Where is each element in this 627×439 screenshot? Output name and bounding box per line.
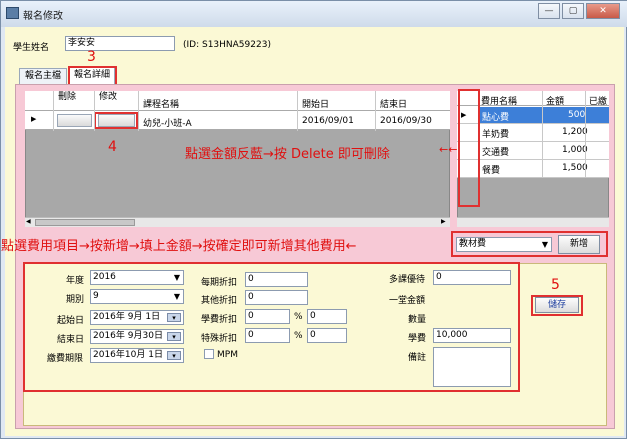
add-fee-button[interactable]: 新增 [558,235,600,254]
form-client-area: 學生姓名 李安安 (ID: S13HNA59223) 報名主檔 報名詳細 3 刪… [1,27,624,436]
fee-name-cell[interactable]: 點心費 [482,110,509,123]
maximize-button[interactable]: ▢ [562,3,584,19]
fee-amount-cell[interactable]: 1,200 [562,127,588,137]
chevron-down-icon: ▼ [541,240,548,249]
fee-form-panel [23,263,607,426]
calendar-icon[interactable]: ▾ [167,332,181,341]
fee-amount-cell[interactable]: 1,000 [562,145,588,155]
fee-grid-scrollbar[interactable] [457,217,609,227]
percent-sign: % [294,312,303,322]
fee-hint-arrow: ←← [439,143,458,156]
course-name-cell[interactable]: 幼兒-小班-A [143,116,192,129]
chevron-down-icon: ▼ [173,273,180,282]
fee-item-select-value: 教材費 [459,239,487,249]
calendar-icon[interactable]: ▾ [167,313,181,322]
scroll-left-icon[interactable]: ◀ [26,218,31,225]
fee-name-cell[interactable]: 羊奶費 [482,127,509,140]
student-name-input[interactable]: 李安安 [65,36,175,51]
col-course-header: 課程名稱 [143,100,180,110]
fee-item-select[interactable]: 教材費 ▼ [456,237,552,252]
tuition-input[interactable]: 10,000 [433,328,511,343]
note-label: 備註 [408,353,427,363]
add-fee-hint: 點選費用項目→按新增→填上金額→按確定即可新增其他費用← [1,239,357,254]
col-edit-header: 修改 [99,92,118,102]
fee-row-pointer-icon: ▶ [461,111,467,119]
period-label: 期別 [66,295,85,305]
app-icon [6,7,19,19]
col-delete-header: 刪除 [58,92,77,102]
due-date-value: 2016年10月 1日 [93,350,163,360]
start-date-value: 2016年 9月 1日 [93,312,161,322]
tab-main[interactable]: 報名主檔 [19,68,67,84]
delete-row-button[interactable] [57,114,92,127]
end-date-picker[interactable]: 2016年 9月30日 ▾ [90,329,184,344]
special-discount-pct-input[interactable]: 0 [307,328,347,343]
edit-row-button[interactable] [98,114,135,127]
student-name-label: 學生姓名 [13,43,50,53]
period-discount-input[interactable]: 0 [245,272,308,287]
special-discount-label: 特殊折扣 [201,334,238,344]
end-date-label: 結束日 [57,335,85,345]
save-button[interactable]: 儲存 [535,297,579,313]
fee-name-cell[interactable]: 交通費 [482,145,509,158]
scrollbar-thumb[interactable] [35,219,135,226]
due-date-picker[interactable]: 2016年10月 1日 ▾ [90,348,184,363]
other-discount-input[interactable]: 0 [245,290,308,305]
course-end-cell[interactable]: 2016/09/30 [380,116,432,126]
row-pointer-icon: ▶ [31,115,37,123]
fee-amount-cell[interactable]: 500 [568,110,585,120]
start-date-label: 起始日 [57,316,85,326]
special-discount-input[interactable]: 0 [245,328,290,343]
tuition-discount-pct-input[interactable]: 0 [307,309,347,324]
window: 報名修改 — ▢ ✕ 學生姓名 李安安 (ID: S13HNA59223) 報名… [0,0,627,439]
student-id-text: (ID: S13HNA59223) [183,40,271,50]
period-discount-label: 每期折扣 [201,278,238,288]
year-select-value: 2016 [93,272,116,282]
tab-detail[interactable]: 報名詳細 [69,66,115,84]
end-date-value: 2016年 9月30日 [93,331,163,341]
note-textarea[interactable] [433,347,511,387]
tuition-discount-label: 學費折扣 [201,315,238,325]
fee-name-cell[interactable]: 餐費 [482,163,500,176]
period-select-value: 9 [93,291,99,301]
year-select[interactable]: 2016 ▼ [90,270,184,285]
year-label: 年度 [66,276,85,286]
tuition-discount-input[interactable]: 0 [245,309,290,324]
mpm-label: MPM [217,350,238,360]
col-end-header: 結束日 [380,100,408,110]
step-4-label: 4 [108,139,117,155]
other-discount-label: 其他折扣 [201,296,238,306]
percent-sign: % [294,331,303,341]
minimize-button[interactable]: — [538,3,560,19]
col-start-header: 開始日 [302,100,330,110]
start-date-picker[interactable]: 2016年 9月 1日 ▾ [90,310,184,325]
fee-grid-header [457,91,609,106]
close-button[interactable]: ✕ [586,3,620,19]
fee-amount-cell[interactable]: 1,500 [562,163,588,173]
course-grid-scrollbar[interactable]: ◀ ▶ [25,217,450,227]
chevron-down-icon: ▼ [173,292,180,301]
title-bar: 報名修改 — ▢ ✕ [1,1,627,27]
step-5-label: 5 [551,277,560,293]
window-title: 報名修改 [23,11,63,22]
fee-delete-hint: 點選金額反藍→按 Delete 即可刪除 [185,147,390,162]
due-date-label: 繳費期限 [47,354,84,364]
course-start-cell[interactable]: 2016/09/01 [302,116,354,126]
mpm-checkbox[interactable] [204,349,214,359]
per-session-label: 一堂金額 [389,296,426,306]
period-select[interactable]: 9 ▼ [90,289,184,304]
tuition-label: 學費 [408,334,427,344]
scroll-right-icon[interactable]: ▶ [441,218,446,225]
quantity-label: 數量 [408,315,427,325]
multi-course-input[interactable]: 0 [433,270,511,285]
calendar-icon[interactable]: ▾ [167,351,181,360]
multi-course-label: 多課優待 [389,275,426,285]
step-3-label: 3 [87,49,96,65]
